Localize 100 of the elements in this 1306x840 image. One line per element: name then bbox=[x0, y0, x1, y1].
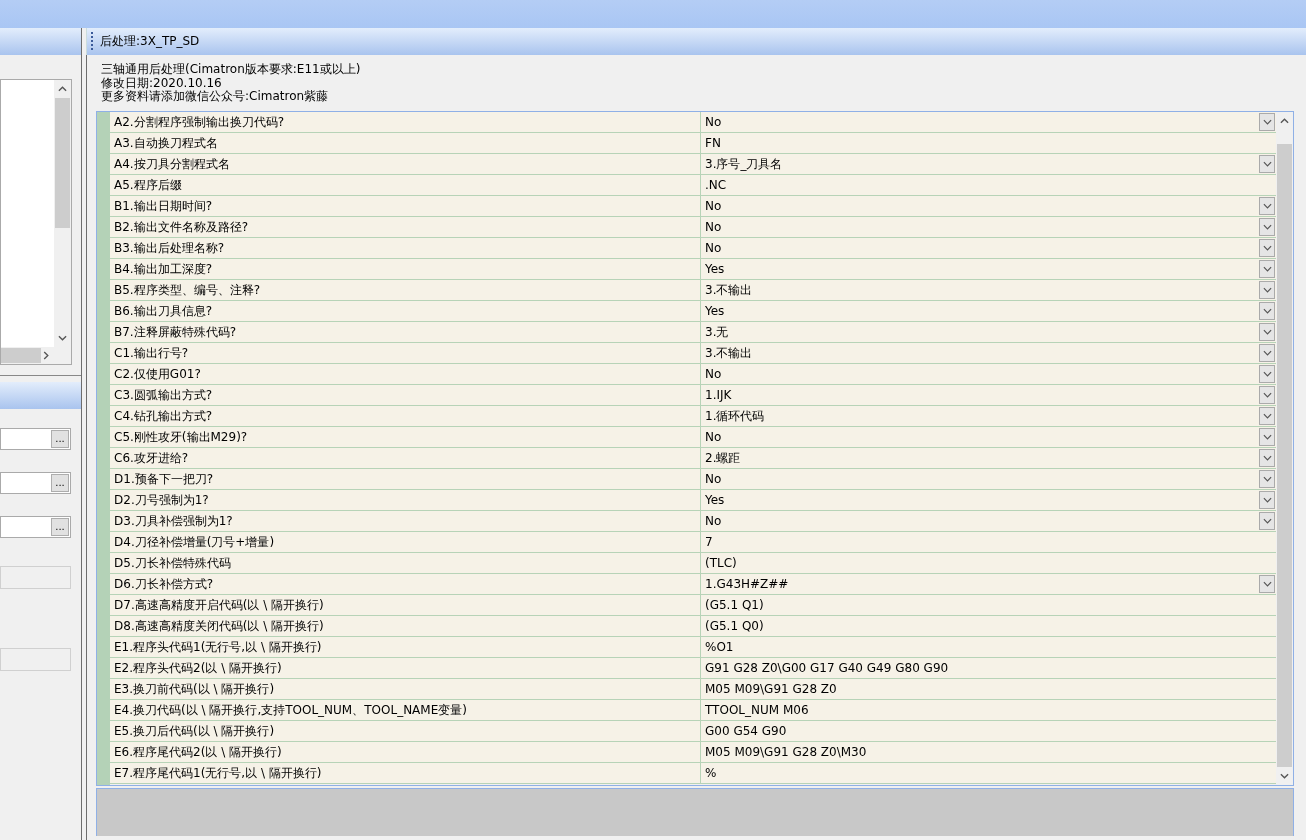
dropdown-button[interactable] bbox=[1259, 217, 1275, 236]
chevron-down-icon[interactable] bbox=[1262, 265, 1272, 272]
input-field[interactable]: ... bbox=[0, 472, 71, 494]
panel-title: 后处理:3X_TP_SD bbox=[100, 33, 200, 50]
dropdown-field[interactable]: 3.无 bbox=[701, 321, 1276, 342]
chevron-down-icon[interactable] bbox=[1262, 202, 1272, 209]
value-field[interactable]: M05 M09\G91 G28 Z0 bbox=[701, 678, 1276, 699]
dropdown-field[interactable]: No bbox=[701, 111, 1276, 132]
browse-button[interactable]: ... bbox=[51, 474, 69, 492]
value-field[interactable]: .NC bbox=[701, 174, 1276, 195]
dropdown-button[interactable] bbox=[1259, 196, 1275, 215]
dropdown-button[interactable] bbox=[1259, 364, 1275, 383]
dropdown-field[interactable]: No bbox=[701, 468, 1276, 489]
dropdown-button[interactable] bbox=[1259, 511, 1275, 530]
value-field[interactable]: %O1 bbox=[701, 636, 1276, 657]
scroll-up-icon[interactable] bbox=[58, 86, 67, 92]
scroll-down-icon[interactable] bbox=[1280, 772, 1289, 779]
dropdown-field[interactable]: 3.不输出 bbox=[701, 342, 1276, 363]
dropdown-field[interactable]: 1.G43H#Z## bbox=[701, 573, 1276, 594]
grip-icon[interactable] bbox=[91, 31, 94, 52]
dropdown-button[interactable] bbox=[1259, 238, 1275, 257]
chevron-down-icon[interactable] bbox=[1262, 496, 1272, 503]
browse-button[interactable]: ... bbox=[51, 430, 69, 448]
property-label: C4.钻孔输出方式? bbox=[110, 405, 701, 426]
dropdown-field[interactable]: 3.不输出 bbox=[701, 279, 1276, 300]
chevron-down-icon[interactable] bbox=[1262, 328, 1272, 335]
dropdown-button[interactable] bbox=[1259, 322, 1275, 341]
dropdown-field[interactable]: Yes bbox=[701, 258, 1276, 279]
value-field[interactable]: FN bbox=[701, 132, 1276, 153]
horizontal-scrollbar[interactable] bbox=[1, 347, 71, 364]
property-label: A3.自动换刀程式名 bbox=[110, 132, 701, 153]
dropdown-button[interactable] bbox=[1259, 490, 1275, 509]
chevron-down-icon[interactable] bbox=[1262, 454, 1272, 461]
dropdown-field[interactable]: No bbox=[701, 237, 1276, 258]
chevron-down-icon[interactable] bbox=[1262, 244, 1272, 251]
dropdown-button[interactable] bbox=[1259, 406, 1275, 425]
dropdown-button[interactable] bbox=[1259, 469, 1275, 488]
scroll-up-icon[interactable] bbox=[1280, 117, 1289, 124]
chevron-down-icon[interactable] bbox=[1262, 433, 1272, 440]
dropdown-field[interactable]: No bbox=[701, 510, 1276, 531]
value-field[interactable]: M05 M09\G91 G28 Z0\M30 bbox=[701, 741, 1276, 762]
chevron-down-icon[interactable] bbox=[1262, 223, 1272, 230]
dropdown-button[interactable] bbox=[1259, 154, 1275, 173]
disabled-field bbox=[0, 648, 71, 671]
chevron-down-icon[interactable] bbox=[1262, 580, 1272, 587]
value-field[interactable]: (TLC) bbox=[701, 552, 1276, 573]
dropdown-field[interactable]: 1.IJK bbox=[701, 384, 1276, 405]
value-field[interactable]: TTOOL_NUM M06 bbox=[701, 699, 1276, 720]
dropdown-button[interactable] bbox=[1259, 301, 1275, 320]
chevron-down-icon[interactable] bbox=[1262, 286, 1272, 293]
property-label: D2.刀号强制为1? bbox=[110, 489, 701, 510]
dropdown-field[interactable]: No bbox=[701, 426, 1276, 447]
property-label: E6.程序尾代码2(以 \ 隔开换行) bbox=[110, 741, 701, 762]
value-field[interactable]: G00 G54 G90 bbox=[701, 720, 1276, 741]
chevron-down-icon[interactable] bbox=[1262, 412, 1272, 419]
chevron-down-icon[interactable] bbox=[1262, 349, 1272, 356]
value-field[interactable]: (G5.1 Q0) bbox=[701, 615, 1276, 636]
property-label: D5.刀长补偿特殊代码 bbox=[110, 552, 701, 573]
dropdown-field[interactable]: Yes bbox=[701, 300, 1276, 321]
property-label: C6.攻牙进给? bbox=[110, 447, 701, 468]
chevron-down-icon[interactable] bbox=[1262, 307, 1272, 314]
input-field[interactable]: ... bbox=[0, 516, 71, 538]
dropdown-button[interactable] bbox=[1259, 574, 1275, 593]
property-label: A4.按刀具分割程式名 bbox=[110, 153, 701, 174]
value-field[interactable]: % bbox=[701, 762, 1276, 783]
chevron-down-icon[interactable] bbox=[1262, 370, 1272, 377]
property-label: B2.输出文件名称及路径? bbox=[110, 216, 701, 237]
property-label: D7.高速高精度开启代码(以 \ 隔开换行) bbox=[110, 594, 701, 615]
input-field[interactable]: ... bbox=[0, 428, 71, 450]
chevron-down-icon[interactable] bbox=[1262, 118, 1272, 125]
dropdown-button[interactable] bbox=[1259, 112, 1275, 131]
dropdown-field[interactable]: 1.循环代码 bbox=[701, 405, 1276, 426]
dropdown-button[interactable] bbox=[1259, 259, 1275, 278]
value-field[interactable]: (G5.1 Q1) bbox=[701, 594, 1276, 615]
chevron-down-icon[interactable] bbox=[1262, 517, 1272, 524]
scroll-right-icon[interactable] bbox=[43, 351, 49, 360]
property-label: B1.输出日期时间? bbox=[110, 195, 701, 216]
dropdown-field[interactable]: No bbox=[701, 195, 1276, 216]
chevron-down-icon[interactable] bbox=[1262, 475, 1272, 482]
property-label: D3.刀具补偿强制为1? bbox=[110, 510, 701, 531]
dropdown-button[interactable] bbox=[1259, 280, 1275, 299]
info-text: 修改日期:2020.10.16 bbox=[101, 76, 223, 90]
dropdown-button[interactable] bbox=[1259, 343, 1275, 362]
scroll-down-icon[interactable] bbox=[58, 335, 67, 341]
property-label: B6.输出刀具信息? bbox=[110, 300, 701, 321]
dropdown-button[interactable] bbox=[1259, 427, 1275, 446]
chevron-down-icon[interactable] bbox=[1262, 391, 1272, 398]
dropdown-button[interactable] bbox=[1259, 385, 1275, 404]
dropdown-field[interactable]: No bbox=[701, 363, 1276, 384]
property-label: C3.圆弧输出方式? bbox=[110, 384, 701, 405]
dropdown-field[interactable]: 3.序号_刀具名 bbox=[701, 153, 1276, 174]
dropdown-field[interactable]: Yes bbox=[701, 489, 1276, 510]
property-label: E5.换刀后代码(以 \ 隔开换行) bbox=[110, 720, 701, 741]
browse-button[interactable]: ... bbox=[51, 518, 69, 536]
value-field[interactable]: G91 G28 Z0\G00 G17 G40 G49 G80 G90 bbox=[701, 657, 1276, 678]
chevron-down-icon[interactable] bbox=[1262, 160, 1272, 167]
value-field[interactable]: 7 bbox=[701, 531, 1276, 552]
dropdown-field[interactable]: 2.螺距 bbox=[701, 447, 1276, 468]
dropdown-button[interactable] bbox=[1259, 448, 1275, 467]
dropdown-field[interactable]: No bbox=[701, 216, 1276, 237]
